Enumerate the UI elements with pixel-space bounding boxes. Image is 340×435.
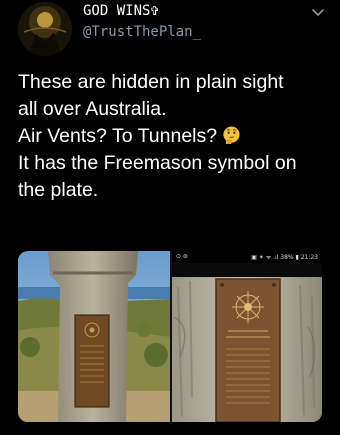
tweet-text: These are hidden in plain sight all over…	[18, 69, 328, 204]
avatar-image	[18, 2, 72, 56]
thinking-face-icon	[223, 126, 240, 145]
photo-1[interactable]	[18, 251, 170, 422]
photo-2[interactable]: ⊙ ⊚ ▣ ✶ ᯤ .ıl 38% ▮ 21:23	[172, 251, 322, 422]
tweet-line: all over Australia.	[18, 98, 167, 120]
status-bar-right: ▣ ✶ ᯤ .ıl 38% ▮ 21:23	[251, 254, 318, 261]
tweet-line-text: Air Vents? To Tunnels?	[18, 125, 218, 147]
tweet-header: GOD WINS✞ @TrustThePlan_	[0, 0, 340, 60]
photo-pillar-landscape	[18, 251, 170, 422]
tweet-line: These are hidden in plain sight	[18, 71, 284, 93]
phone-status-bar: ⊙ ⊚ ▣ ✶ ᯤ .ıl 38% ▮ 21:23	[172, 251, 322, 263]
tweet-line: It has the Freemason symbol on	[18, 152, 297, 174]
media-gallery: ⊙ ⊚ ▣ ✶ ᯤ .ıl 38% ▮ 21:23	[18, 251, 322, 422]
photo-plaque-closeup	[172, 277, 322, 422]
display-name[interactable]: GOD WINS✞	[83, 3, 159, 19]
tweet-line: Air Vents? To Tunnels?	[18, 123, 328, 150]
chevron-down-icon[interactable]	[310, 4, 326, 20]
status-bar-left: ⊙ ⊚	[176, 253, 188, 260]
user-handle[interactable]: @TrustThePlan_	[83, 24, 201, 40]
avatar[interactable]	[18, 2, 72, 56]
tweet-line: the plate.	[18, 179, 99, 201]
